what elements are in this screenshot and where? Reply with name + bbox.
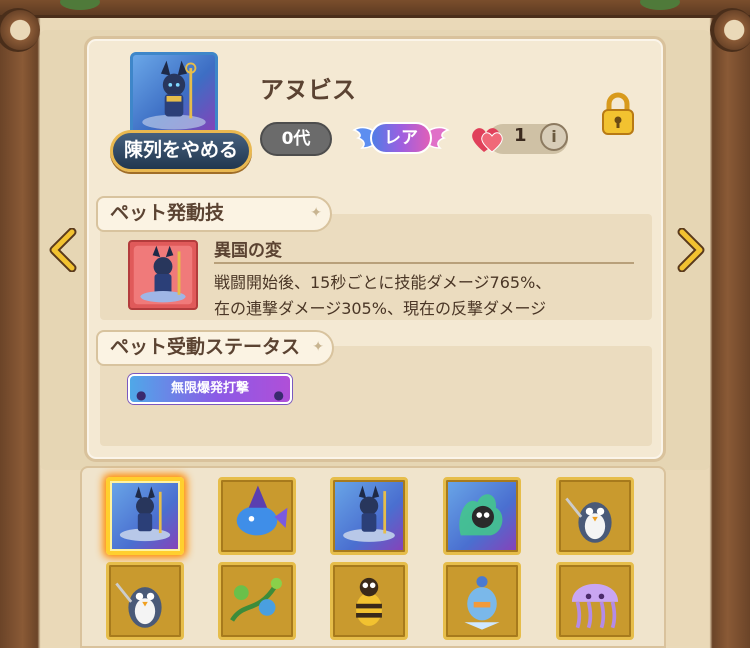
info-button[interactable]: i xyxy=(540,123,568,151)
top-bar xyxy=(0,0,750,18)
pet-slot[interactable] xyxy=(330,477,408,555)
description-line: 戦闘開始後、15秒ごとに技能ダメージ765%、 xyxy=(214,273,552,292)
passive-chip-label: 無限爆発打撃 xyxy=(170,381,249,396)
green-spirit-cat-icon xyxy=(459,494,503,536)
paw-icon: ● xyxy=(136,388,147,402)
penguin-warrior-icon xyxy=(565,497,612,543)
passive-title: ペット受動ステータス xyxy=(110,336,301,358)
penguin-warrior-icon xyxy=(115,582,162,628)
passive-header: ペット受動ステータス ✦ xyxy=(96,330,334,366)
heart-icon xyxy=(472,128,503,153)
pet-slot[interactable] xyxy=(443,477,521,555)
blue-fish-wizard-icon xyxy=(236,485,288,536)
leaf-decoration xyxy=(60,0,100,10)
hearts-count: 1 xyxy=(514,125,527,146)
active-skill-header: ペット発動技 ✦ xyxy=(96,196,332,232)
paw-icon: ● xyxy=(273,388,284,402)
anubis-skill-icon xyxy=(133,245,193,305)
pet-slot[interactable] xyxy=(218,562,296,640)
hearts-counter: 1 i xyxy=(470,122,570,156)
pet-slot[interactable] xyxy=(556,477,634,555)
pet-slot[interactable] xyxy=(106,562,184,640)
pet-slot[interactable] xyxy=(556,562,634,640)
lock-icon[interactable] xyxy=(600,92,636,136)
next-arrow-icon[interactable] xyxy=(676,228,706,272)
flower-vine-icon xyxy=(230,577,282,622)
passive-chip[interactable]: ● 無限爆発打撃 ● xyxy=(128,374,292,404)
rarity-label: レア xyxy=(370,122,432,154)
pet-slot[interactable] xyxy=(106,477,184,555)
pet-slot[interactable] xyxy=(443,562,521,640)
active-skill-description: 戦闘開始後、15秒ごとに技能ダメージ765%、 在の連撃ダメージ305%、現在の… xyxy=(214,270,616,324)
anubis-icon xyxy=(119,486,171,542)
description-line: 在の連撃ダメージ305%、現在の反撃ダメージ xyxy=(214,299,547,318)
bee-robot-icon xyxy=(356,577,382,626)
unequip-button[interactable]: 陳列をやめる xyxy=(110,130,252,172)
active-skill-title: ペット発動技 xyxy=(110,202,225,224)
scroll-curl-right xyxy=(710,8,750,52)
leaf-decoration xyxy=(640,0,680,10)
anubis-icon xyxy=(142,60,206,130)
rarity-badge-wrapper: レア xyxy=(352,118,450,158)
pet-name: アヌビス xyxy=(260,76,356,104)
sparkle-icon: ✦ xyxy=(310,205,322,221)
ice-bird-icon xyxy=(464,576,500,630)
generation-badge: 0代 xyxy=(260,122,332,156)
pet-portrait xyxy=(130,52,218,140)
pet-slot[interactable] xyxy=(218,477,296,555)
anubis-icon xyxy=(343,485,395,542)
divider xyxy=(214,262,634,264)
sparkle-icon: ✦ xyxy=(312,339,324,355)
pet-slot[interactable] xyxy=(330,562,408,640)
active-skill-icon[interactable] xyxy=(128,240,198,310)
active-skill-name: 異国の変 xyxy=(214,241,282,261)
jellyfish-icon xyxy=(571,583,619,629)
prev-arrow-icon[interactable] xyxy=(48,228,78,272)
